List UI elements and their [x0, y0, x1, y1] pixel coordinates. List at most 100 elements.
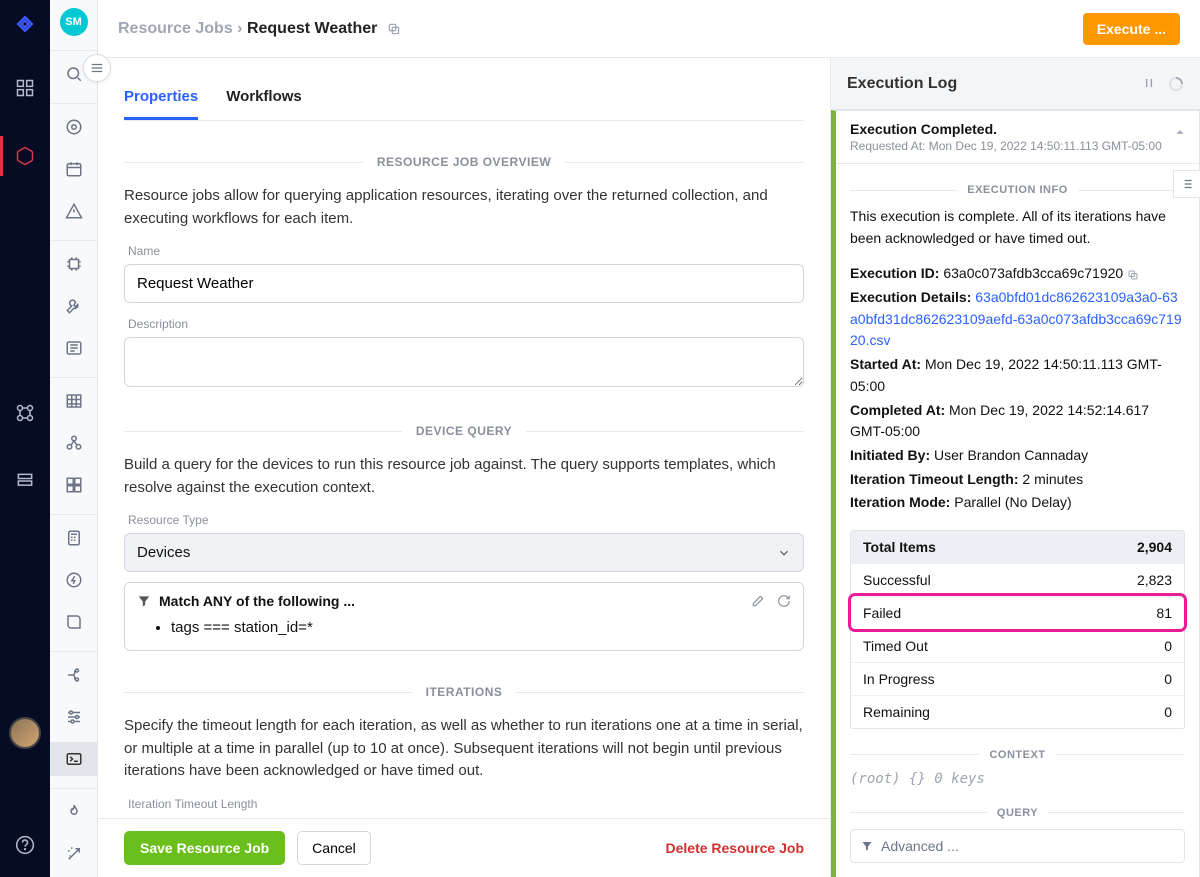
topbar: Resource Jobs › Request Weather Execute …	[98, 0, 1200, 58]
stats-failed-row[interactable]: Failed81	[851, 596, 1184, 629]
tab-properties[interactable]: Properties	[124, 76, 198, 120]
advanced-label: Advanced ...	[881, 838, 959, 854]
breadcrumb-parent[interactable]: Resource Jobs	[118, 20, 233, 37]
chip-icon[interactable]	[50, 247, 98, 281]
collapse-icon[interactable]	[1173, 125, 1187, 139]
overview-icon[interactable]	[50, 110, 98, 144]
stats-failed-value: 81	[1156, 605, 1172, 621]
main-column: Resource Jobs › Request Weather Execute …	[98, 0, 1200, 877]
secondary-nav: SM	[50, 0, 98, 877]
form-panel: Properties Workflows RESOURCE JOB OVERVI…	[98, 58, 830, 877]
initiated-by-value: User Brandon Cannaday	[934, 447, 1088, 463]
sliders-icon[interactable]	[50, 700, 98, 734]
nav-dashboard-icon[interactable]	[0, 68, 50, 108]
spinner-icon[interactable]	[1168, 76, 1184, 92]
initiated-by-label: Initiated By:	[850, 447, 930, 463]
context-heading: CONTEXT	[979, 749, 1055, 761]
stats-timedout-label: Timed Out	[863, 638, 928, 654]
execute-button[interactable]: Execute ...	[1083, 13, 1180, 45]
nav-connections-icon[interactable]	[0, 393, 50, 433]
tabs: Properties Workflows	[124, 76, 804, 121]
tab-workflows[interactable]: Workflows	[226, 76, 302, 120]
table-icon[interactable]	[50, 384, 98, 418]
edit-icon[interactable]	[751, 594, 765, 608]
devicequery-helper-text: Build a query for the devices to run thi…	[124, 454, 804, 499]
stats-success-label: Successful	[863, 572, 931, 588]
name-input[interactable]	[124, 264, 804, 303]
breadcrumb: Resource Jobs › Request Weather	[118, 20, 377, 38]
section-iterations-heading: ITERATIONS	[124, 685, 804, 699]
user-avatar[interactable]	[9, 717, 41, 749]
match-title: Match ANY of the following ...	[159, 593, 355, 609]
bolt-icon[interactable]	[50, 563, 98, 597]
save-button[interactable]: Save Resource Job	[124, 831, 285, 865]
help-icon[interactable]	[0, 825, 50, 865]
cancel-button[interactable]: Cancel	[297, 831, 371, 865]
fire-icon[interactable]	[50, 795, 98, 829]
book-icon[interactable]	[50, 605, 98, 639]
flow-icon[interactable]	[50, 658, 98, 692]
overview-helper-text: Resource jobs allow for querying applica…	[124, 185, 804, 230]
refresh-icon[interactable]	[777, 594, 791, 608]
execution-info-summary: This execution is complete. All of its i…	[850, 206, 1185, 249]
filter-icon	[861, 840, 873, 852]
query-rule: tags === station_id=*	[171, 619, 791, 636]
iteration-mode-label: Iteration Mode:	[850, 494, 950, 510]
query-advanced-toggle[interactable]: Advanced ...	[850, 829, 1185, 863]
iterations-helper-text: Specify the timeout length for each iter…	[124, 715, 804, 783]
name-label: Name	[128, 244, 804, 258]
stats-inprogress-value: 0	[1164, 671, 1172, 687]
stats-remaining-label: Remaining	[863, 704, 930, 720]
webhook-icon[interactable]	[50, 426, 98, 460]
timeout-label: Iteration Timeout Length	[128, 797, 804, 811]
nav-resources-icon[interactable]	[0, 136, 50, 176]
news-icon[interactable]	[50, 331, 98, 365]
execution-id-value: 63a0c073afdb3cca69c71920	[943, 265, 1123, 281]
pause-icon[interactable]	[1142, 76, 1156, 92]
execution-details-label: Execution Details:	[850, 289, 971, 305]
copy-id-icon[interactable]	[1127, 269, 1139, 281]
calculator-icon[interactable]	[50, 521, 98, 555]
copy-icon[interactable]	[387, 22, 401, 36]
timeout-length-value: 2 minutes	[1022, 471, 1083, 487]
resource-type-label: Resource Type	[128, 513, 804, 527]
workspace-badge[interactable]: SM	[60, 8, 88, 36]
query-heading: QUERY	[987, 807, 1048, 819]
query-builder: Match ANY of the following ... tags === …	[124, 582, 804, 651]
timeout-length-label: Iteration Timeout Length:	[850, 471, 1019, 487]
execution-log-title: Execution Log	[847, 75, 957, 93]
breadcrumb-separator: ›	[237, 20, 242, 37]
execution-status-title: Execution Completed.	[850, 121, 1185, 137]
context-root: (root) {} 0 keys	[836, 771, 1199, 787]
completed-at-label: Completed At:	[850, 402, 945, 418]
stats-total-value: 2,904	[1137, 539, 1172, 555]
delete-button[interactable]: Delete Resource Job	[666, 840, 805, 856]
execution-requested-at: Requested At: Mon Dec 19, 2022 14:50:11.…	[850, 139, 1185, 153]
app-logo[interactable]	[9, 8, 41, 40]
started-at-label: Started At:	[850, 356, 921, 372]
footer-bar: Save Resource Job Cancel Delete Resource…	[98, 818, 830, 877]
menu-toggle-icon[interactable]	[83, 54, 111, 82]
filter-icon	[137, 594, 151, 608]
query-json-preview: {"$or":[{"tags":{"$eq":{"$tagKey":"stat	[836, 863, 1199, 877]
nav-layers-icon[interactable]	[0, 461, 50, 501]
section-overview-heading: RESOURCE JOB OVERVIEW	[124, 155, 804, 169]
execution-stats-table: Total Items2,904 Successful2,823 Failed8…	[850, 530, 1185, 729]
section-devicequery-heading: DEVICE QUERY	[124, 424, 804, 438]
stats-timedout-value: 0	[1164, 638, 1172, 654]
stats-success-value: 2,823	[1137, 572, 1172, 588]
list-toggle-icon[interactable]	[1173, 170, 1200, 198]
execution-id-label: Execution ID:	[850, 265, 939, 281]
breadcrumb-current: Request Weather	[247, 20, 377, 37]
wand-icon[interactable]	[50, 837, 98, 871]
description-input[interactable]	[124, 337, 804, 387]
stats-inprogress-label: In Progress	[863, 671, 935, 687]
app-grid-icon[interactable]	[50, 468, 98, 502]
schedule-icon[interactable]	[50, 152, 98, 186]
stats-remaining-value: 0	[1164, 704, 1172, 720]
terminal-icon[interactable]	[50, 742, 98, 776]
alerts-icon[interactable]	[50, 194, 98, 228]
tools-icon[interactable]	[50, 289, 98, 323]
resource-type-select[interactable]: Devices	[124, 533, 804, 572]
iteration-mode-value: Parallel (No Delay)	[954, 494, 1071, 510]
